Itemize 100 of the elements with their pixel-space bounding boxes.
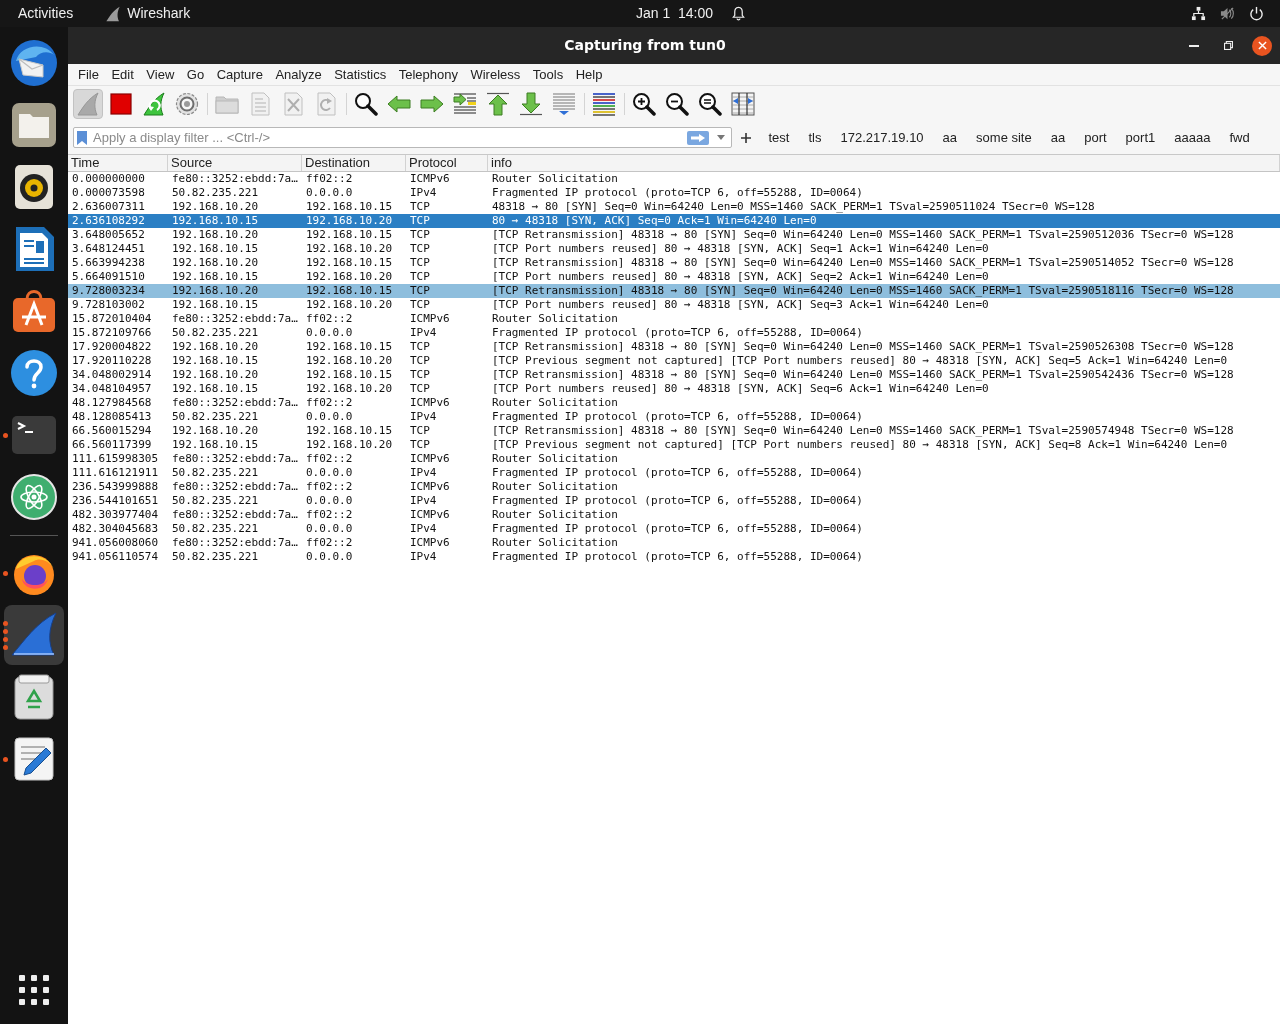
filter-button[interactable]: 172.217.19.10 — [830, 126, 934, 149]
filter-button[interactable]: aa — [1041, 126, 1075, 149]
table-cell-text: 192.168.10.15 — [171, 354, 260, 368]
table-cell-text: IPv4 — [409, 550, 438, 564]
filter-button[interactable]: fwd — [1219, 126, 1260, 149]
packet-row[interactable]: 17.920110228 192.168.10.15 192.168.10.20 TCP [TCP Previous segment not captured] [TCP Port numbers reused] 80 → 48318 [SYN, ACK] Seq=5 Ack=1 Win=64240 Len=0 — [68, 354, 1280, 368]
menu-item[interactable]: Wireless — [464, 64, 527, 85]
table-cell-text: TCP — [409, 228, 431, 242]
packet-row[interactable]: 34.048002914 192.168.10.20 192.168.10.15 TCP [TCP Retransmission] 48318 → 80 [SYN] Seq=0 Win=64240 Len=0 MSS=1460 SACK_PERM=1 TSval=2590542436 TSecr=0 WS=128 — [68, 368, 1280, 382]
table-cell-text: 15.872109766 — [71, 326, 153, 340]
table-cell-text: 192.168.10.20 — [305, 298, 394, 312]
menu-item[interactable]: Telephony — [392, 64, 464, 85]
table-cell-text: fe80::3252:ebdd:7a… — [171, 480, 299, 494]
table-cell-text: 0.0.0.0 — [305, 494, 354, 508]
packet-row[interactable]: 236.543999888 fe80::3252:ebdd:7a… ff02::2 ICMPv6 Router Solicitation — [68, 480, 1280, 494]
atom-icon — [10, 473, 58, 521]
table-cell-text: 192.168.10.20 — [171, 368, 260, 382]
search-icon — [354, 91, 378, 116]
app-grid-icon — [19, 975, 49, 1005]
table-cell-text: Fragmented IP protocol (proto=TCP 6, off=55288, ID=0064) — [491, 550, 864, 564]
packet-row[interactable]: 34.048104957 192.168.10.15 192.168.10.20 TCP [TCP Port numbers reused] 80 → 48318 [SYN, ACK] Seq=6 Ack=1 Win=64240 Len=0 — [68, 382, 1280, 396]
lines-arrow-icon — [453, 91, 477, 116]
table-cell-text: ICMPv6 — [409, 508, 451, 522]
zoom-out-icon — [665, 91, 689, 116]
display-filter-box[interactable]: Apply a display filter ... <Ctrl-/> — [73, 127, 732, 148]
table-cell-text: [TCP Retransmission] 48318 → 80 [SYN] Seq=0 Win=64240 Len=0 MSS=1460 SACK_PERM=1 TSval=2590574948 TSecr=0 WS=128 — [491, 424, 1235, 438]
packet-row[interactable]: 48.127984568 fe80::3252:ebdd:7a… ff02::2 ICMPv6 Router Solicitation — [68, 396, 1280, 410]
filter-button[interactable]: tls — [798, 126, 831, 149]
table-cell-text: fe80::3252:ebdd:7a… — [171, 508, 299, 522]
table-cell-text: TCP — [409, 256, 431, 270]
packet-row[interactable]: 482.304045683 50.82.235.221 0.0.0.0 IPv4 Fragmented IP protocol (proto=TCP 6, off=55288, ID=0064) — [68, 522, 1280, 536]
menu-item[interactable]: View — [140, 64, 181, 85]
menu-item[interactable]: Edit — [105, 64, 140, 85]
menu-item[interactable]: Analyze — [269, 64, 328, 85]
filter-button[interactable]: some site — [966, 126, 1042, 149]
filter-button[interactable]: test — [759, 126, 799, 149]
packet-row[interactable]: 9.728103002 192.168.10.15 192.168.10.20 TCP [TCP Port numbers reused] 80 → 48318 [SYN, ACK] Seq=3 Ack=1 Win=64240 Len=0 — [68, 298, 1280, 312]
menu-item[interactable]: Go — [180, 64, 211, 85]
activities-button[interactable]: Activities — [8, 0, 84, 27]
packet-row[interactable]: 111.615998305 fe80::3252:ebdd:7a… ff02::2 ICMPv6 Router Solicitation — [68, 452, 1280, 466]
table-cell-text: 66.560015294 — [71, 424, 153, 438]
table-cell-text: 192.168.10.15 — [171, 242, 260, 256]
table-cell-text: 48.127984568 — [71, 396, 153, 410]
packet-row[interactable]: 0.000000000 fe80::3252:ebdd:7a… ff02::2 ICMPv6 Router Solicitation — [68, 172, 1280, 186]
filter-button[interactable]: port1 — [1116, 126, 1165, 149]
table-cell-text: ff02::2 — [305, 172, 354, 186]
column-header[interactable]: info — [488, 155, 1280, 171]
menu-item[interactable]: Statistics — [328, 64, 393, 85]
table-cell-text: IPv4 — [409, 466, 438, 480]
packet-row[interactable]: 941.056008060 fe80::3252:ebdd:7a… ff02::2 ICMPv6 Router Solicitation — [68, 536, 1280, 550]
file-reload-icon — [314, 91, 338, 116]
table-cell-text: 66.560117399 — [71, 438, 153, 452]
table-cell-text: 15.872010404 — [71, 312, 153, 326]
packet-row[interactable]: 66.560015294 192.168.10.20 192.168.10.15 TCP [TCP Retransmission] 48318 → 80 [SYN] Seq=0 Win=64240 Len=0 MSS=1460 SACK_PERM=1 TSval=2590574948 TSecr=0 WS=128 — [68, 424, 1280, 438]
clock-button[interactable]: Jan 1 14:00 — [630, 0, 753, 27]
table-cell-text: 0.0.0.0 — [305, 186, 354, 200]
table-cell-text: TCP — [409, 340, 431, 354]
menu-item[interactable]: Tools — [526, 64, 570, 85]
packet-row[interactable]: 5.664091510 192.168.10.15 192.168.10.20 TCP [TCP Port numbers reused] 80 → 48318 [SYN, ACK] Seq=2 Ack=1 Win=64240 Len=0 — [68, 270, 1280, 284]
filter-button[interactable]: aaaaa — [1164, 126, 1220, 149]
menu-item[interactable]: Help — [569, 64, 609, 85]
packet-row[interactable]: 941.056110574 50.82.235.221 0.0.0.0 IPv4 Fragmented IP protocol (proto=TCP 6, off=55288, ID=0064) — [68, 550, 1280, 564]
filter-button[interactable]: port — [1074, 126, 1117, 149]
packet-row[interactable]: 111.616121911 50.82.235.221 0.0.0.0 IPv4 Fragmented IP protocol (proto=TCP 6, off=55288, ID=0064) — [68, 466, 1280, 480]
up-arrow-icon — [486, 91, 510, 116]
packet-row[interactable]: 482.303977404 fe80::3252:ebdd:7a… ff02::2 ICMPv6 Router Solicitation — [68, 508, 1280, 522]
table-cell-text: ff02::2 — [305, 452, 354, 466]
column-header[interactable]: Source — [168, 155, 302, 171]
filter-button[interactable]: aa — [933, 126, 967, 149]
packet-row[interactable]: 9.728003234 192.168.10.20 192.168.10.15 TCP [TCP Retransmission] 48318 → 80 [SYN] Seq=0 Win=64240 Len=0 MSS=1460 SACK_PERM=1 TSval=2590518116 TSecr=0 WS=128 — [68, 284, 1280, 298]
close-button[interactable] — [1252, 35, 1272, 56]
table-cell-text: Fragmented IP protocol (proto=TCP 6, off=55288, ID=0064) — [491, 326, 864, 340]
app-menu-button[interactable]: Wireshark — [101, 0, 195, 27]
display-filter-field[interactable]: Apply a display filter ... <Ctrl-/> — [93, 129, 687, 146]
packet-row[interactable]: 0.000073598 50.82.235.221 0.0.0.0 IPv4 Fragmented IP protocol (proto=TCP 6, off=55288, ID=0064) — [68, 186, 1280, 200]
table-cell-text: 34.048104957 — [71, 382, 153, 396]
add-filter-button[interactable] — [739, 130, 753, 145]
menu-item[interactable]: File — [72, 64, 105, 85]
table-cell-text: ICMPv6 — [409, 312, 451, 326]
column-header[interactable]: Protocol — [406, 155, 488, 171]
table-cell-text: 192.168.10.15 — [171, 438, 260, 452]
packet-row[interactable]: 48.128085413 50.82.235.221 0.0.0.0 IPv4 Fragmented IP protocol (proto=TCP 6, off=55288, ID=0064) — [68, 410, 1280, 424]
packet-row[interactable]: 15.872010404 fe80::3252:ebdd:7a… ff02::2 ICMPv6 Router Solicitation — [68, 312, 1280, 326]
packet-row[interactable]: 2.636007311 192.168.10.20 192.168.10.15 TCP 48318 → 80 [SYN] Seq=0 Win=64240 Len=0 MSS=1460 SACK_PERM=1 TSval=2590511024 TSecr=0 WS=128 — [68, 200, 1280, 214]
table-cell-text: 192.168.10.15 — [171, 298, 260, 312]
table-cell-text: Fragmented IP protocol (proto=TCP 6, off=55288, ID=0064) — [491, 410, 864, 424]
packet-row[interactable]: 15.872109766 50.82.235.221 0.0.0.0 IPv4 Fragmented IP protocol (proto=TCP 6, off=55288, ID=0064) — [68, 326, 1280, 340]
packet-row[interactable]: 3.648124451 192.168.10.15 192.168.10.20 TCP [TCP Port numbers reused] 80 → 48318 [SYN, ACK] Seq=1 Ack=1 Win=64240 Len=0 — [68, 242, 1280, 256]
file-x-icon — [281, 91, 305, 116]
table-cell-text: 17.920004822 — [71, 340, 153, 354]
column-header[interactable]: Time — [68, 155, 168, 171]
packet-row[interactable]: 236.544101651 50.82.235.221 0.0.0.0 IPv4 Fragmented IP protocol (proto=TCP 6, off=55288, ID=0064) — [68, 494, 1280, 508]
packet-row[interactable]: 2.636108292 192.168.10.15 192.168.10.20 TCP 80 → 48318 [SYN, ACK] Seq=0 Ack=1 Win=64240 Len=0 — [68, 214, 1280, 228]
column-header[interactable]: Destination — [302, 155, 406, 171]
menu-item[interactable]: Capture — [210, 64, 269, 85]
packet-row[interactable]: 66.560117399 192.168.10.15 192.168.10.20 TCP [TCP Previous segment not captured] [TCP Port numbers reused] 80 → 48318 [SYN, ACK] Seq=8 Ack=1 Win=64240 Len=0 — [68, 438, 1280, 452]
packet-row[interactable]: 5.663994238 192.168.10.20 192.168.10.15 TCP [TCP Retransmission] 48318 → 80 [SYN] Seq=0 Win=64240 Len=0 MSS=1460 SACK_PERM=1 TSval=2590514052 TSecr=0 WS=128 — [68, 256, 1280, 270]
packet-row[interactable]: 17.920004822 192.168.10.20 192.168.10.15 TCP [TCP Retransmission] 48318 → 80 [SYN] Seq=0 Win=64240 Len=0 MSS=1460 SACK_PERM=1 TSval=2590526308 TSecr=0 WS=128 — [68, 340, 1280, 354]
packet-row[interactable]: 3.648005652 192.168.10.20 192.168.10.15 TCP [TCP Retransmission] 48318 → 80 [SYN] Seq=0 Win=64240 Len=0 MSS=1460 SACK_PERM=1 TSval=2590512036 TSecr=0 WS=128 — [68, 228, 1280, 242]
table-cell-text: 50.82.235.221 — [171, 410, 260, 424]
